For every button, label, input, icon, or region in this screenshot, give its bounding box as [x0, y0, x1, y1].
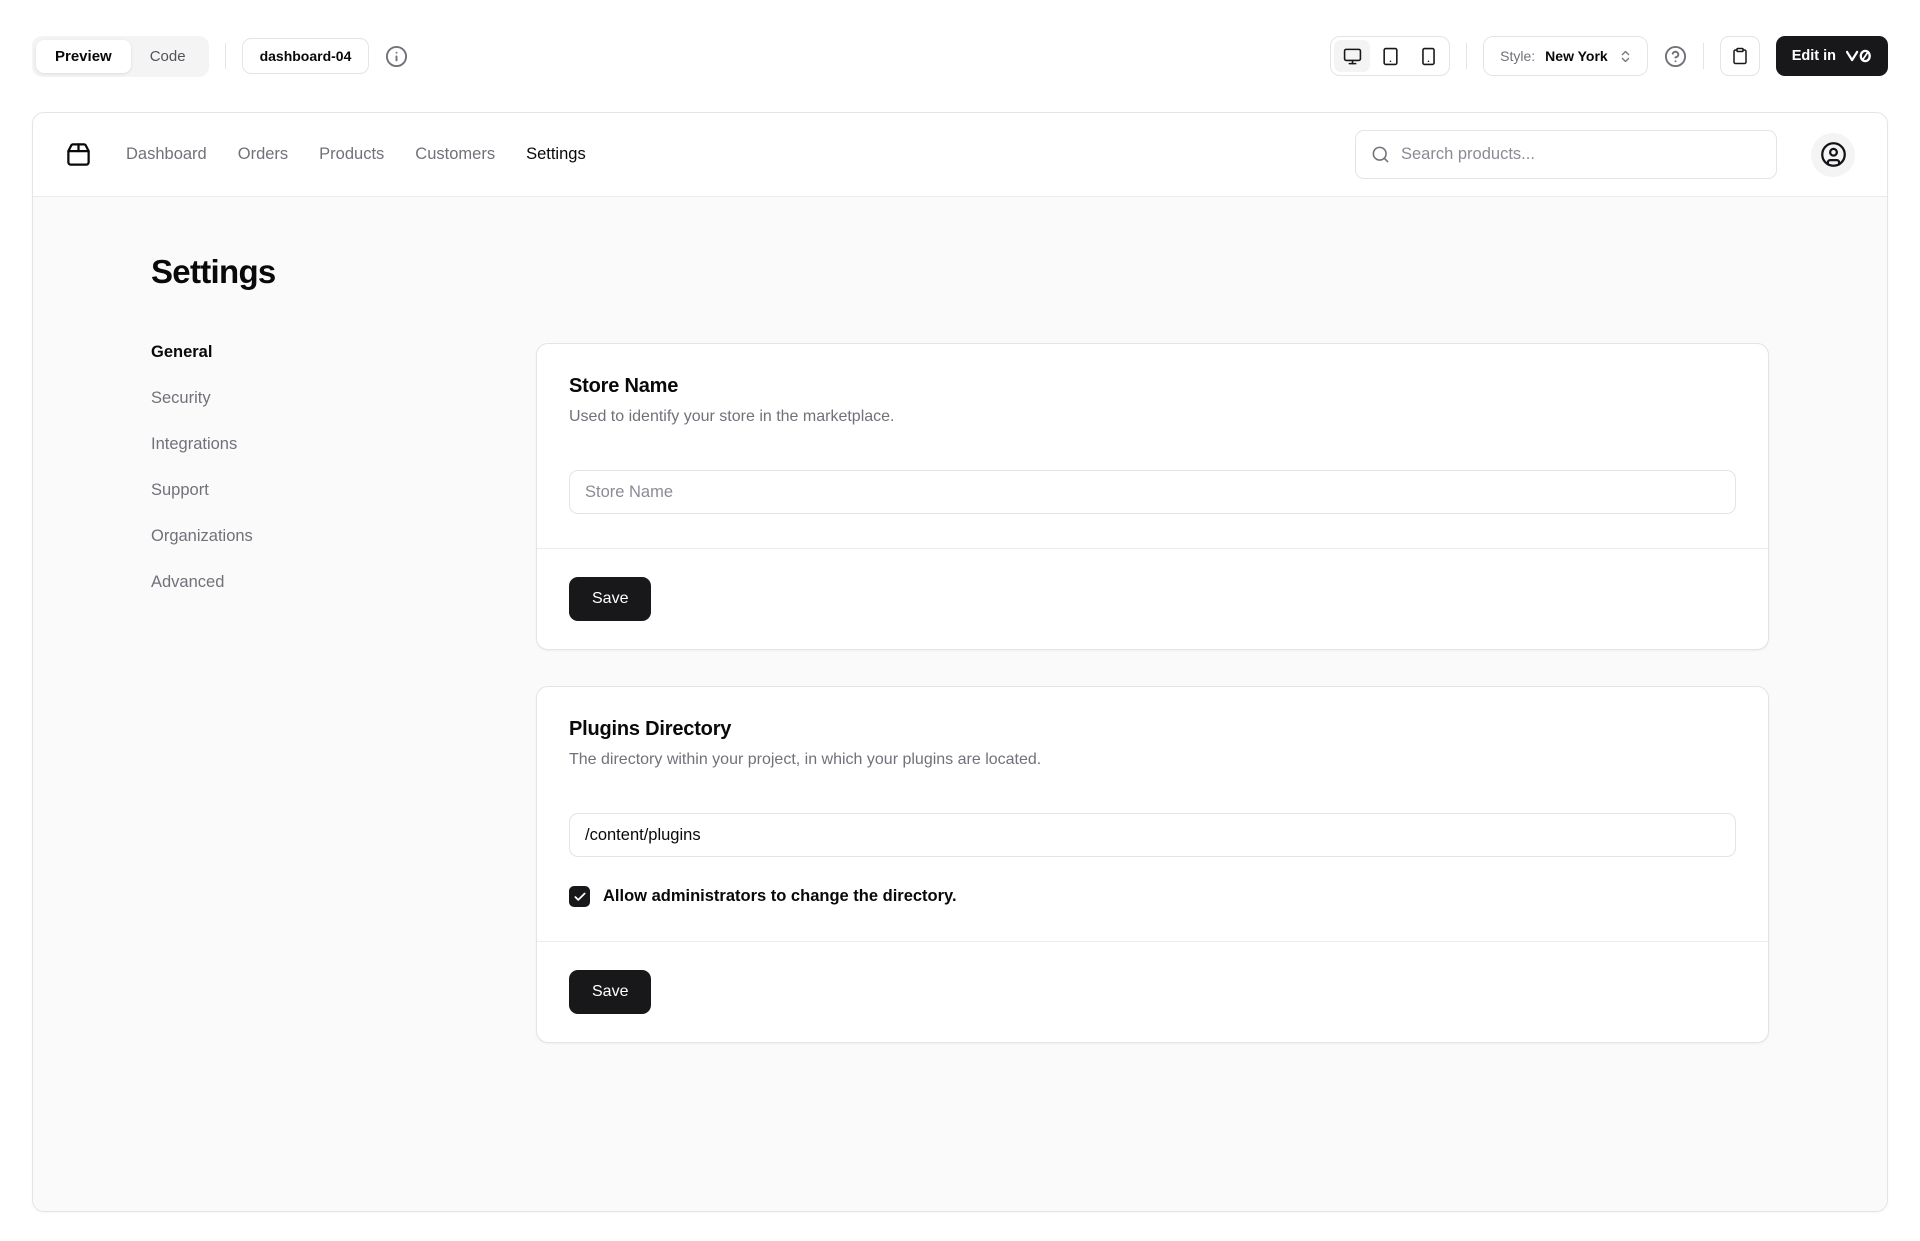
- plugins-directory-card: Plugins Directory The directory within y…: [536, 686, 1769, 1043]
- check-icon: [573, 890, 587, 904]
- sidebar-item-organizations[interactable]: Organizations: [151, 527, 506, 546]
- package-icon[interactable]: [65, 141, 92, 168]
- store-name-card-description: Used to identify your store in the marke…: [569, 408, 895, 425]
- edit-in-v0-label: Edit in: [1791, 48, 1836, 64]
- divider: [224, 43, 226, 69]
- store-name-card-footer: Save: [537, 548, 1768, 649]
- sidebar-item-general[interactable]: General: [151, 343, 506, 362]
- v0-logo-icon: [1845, 49, 1872, 63]
- tab-code[interactable]: Code: [131, 40, 205, 73]
- desktop-view-button[interactable]: [1334, 40, 1371, 72]
- store-name-input[interactable]: [569, 470, 1736, 514]
- nav-link-products[interactable]: Products: [319, 145, 384, 164]
- copy-code-button[interactable]: [1719, 36, 1760, 76]
- search-icon: [1371, 145, 1390, 164]
- nav-link-customers[interactable]: Customers: [415, 145, 495, 164]
- store-navbar: Dashboard Orders Products Customers Sett…: [33, 113, 1887, 197]
- sidebar-item-support[interactable]: Support: [151, 481, 506, 500]
- store-name-card-title: Store Name: [569, 375, 679, 397]
- block-name-badge: dashboard-04: [241, 38, 370, 74]
- smartphone-icon: [1419, 47, 1438, 66]
- settings-main: Settings General Security Integrations S…: [33, 197, 1887, 1211]
- device-toggle-group: [1330, 36, 1451, 76]
- product-search: [1355, 130, 1777, 179]
- allow-admins-checkbox-label[interactable]: Allow administrators to change the direc…: [603, 887, 957, 906]
- settings-sidebar: General Security Integrations Support Or…: [151, 343, 506, 592]
- sidebar-item-security[interactable]: Security: [151, 389, 506, 408]
- store-nav-links: Dashboard Orders Products Customers Sett…: [126, 145, 586, 164]
- save-button[interactable]: Save: [569, 970, 652, 1014]
- clipboard-icon: [1731, 47, 1749, 65]
- style-select[interactable]: Style: New York: [1483, 36, 1648, 76]
- style-select-value: New York: [1545, 48, 1608, 64]
- plugins-directory-card-description: The directory within your project, in wh…: [569, 751, 1042, 768]
- user-menu-button[interactable]: [1811, 132, 1855, 177]
- store-name-card: Store Name Used to identify your store i…: [536, 343, 1769, 650]
- tab-preview[interactable]: Preview: [36, 39, 131, 73]
- divider: [1466, 43, 1468, 69]
- tablet-view-button[interactable]: [1372, 40, 1408, 72]
- mobile-view-button[interactable]: [1410, 40, 1446, 72]
- edit-in-v0-button[interactable]: Edit in: [1775, 36, 1888, 76]
- nav-link-orders[interactable]: Orders: [238, 145, 288, 164]
- block-preview-frame: Dashboard Orders Products Customers Sett…: [32, 112, 1888, 1212]
- save-button[interactable]: Save: [569, 577, 652, 621]
- search-input[interactable]: [1401, 145, 1761, 164]
- allow-admins-checkbox[interactable]: [569, 886, 590, 907]
- circle-question-icon[interactable]: [1664, 45, 1687, 68]
- tablet-icon: [1381, 47, 1400, 66]
- plugins-directory-card-title: Plugins Directory: [569, 718, 732, 740]
- sidebar-item-integrations[interactable]: Integrations: [151, 435, 506, 454]
- page-title: Settings: [151, 253, 276, 290]
- preview-toolbar: Preview Code dashboard-04 Style: New Yor…: [0, 0, 1920, 112]
- nav-link-dashboard[interactable]: Dashboard: [126, 145, 207, 164]
- view-toggle-group: Preview Code: [32, 35, 209, 77]
- circle-info-icon[interactable]: [385, 45, 408, 68]
- divider: [1702, 43, 1704, 69]
- plugins-directory-input[interactable]: [569, 813, 1736, 857]
- style-select-label: Style:: [1500, 48, 1536, 64]
- plugins-directory-card-footer: Save: [537, 941, 1768, 1042]
- sidebar-item-advanced[interactable]: Advanced: [151, 573, 506, 592]
- circle-user-icon: [1820, 141, 1847, 168]
- nav-link-settings[interactable]: Settings: [526, 145, 586, 164]
- chevrons-up-down-icon: [1618, 49, 1633, 64]
- monitor-icon: [1343, 47, 1362, 66]
